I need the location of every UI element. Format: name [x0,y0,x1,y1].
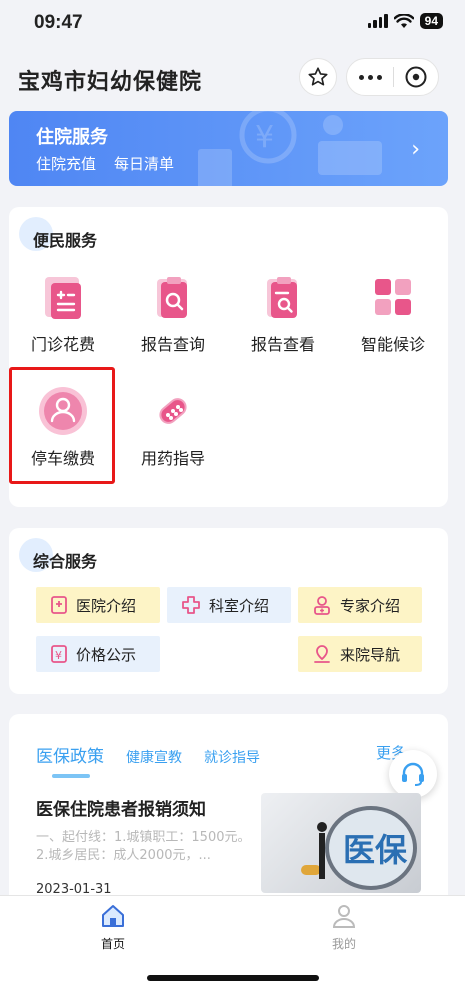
report-view-icon [267,277,297,318]
image-insurance-text: 医保 [343,831,408,869]
tab-mine-label: 我的 [331,937,356,951]
inpatient-recharge-link[interactable]: 住院充值 [36,153,96,174]
user-icon [332,905,356,928]
tab-visit-guide[interactable]: 就诊指导 [204,747,260,767]
home-icon [102,905,124,927]
star-icon [308,67,328,86]
expert-icon [314,596,330,615]
miniapp-capsule [346,58,439,96]
tab-insurance-policy[interactable]: 医保政策 [36,742,104,767]
battery-icon: 94 [419,13,443,29]
price-icon: ¥ [51,645,67,663]
page-title: 宝鸡市妇幼保健院 [18,70,203,95]
close-button[interactable] [394,65,438,89]
service-smart-queue[interactable]: 智能候诊 [343,269,443,355]
status-bar: 09:47 94 [0,0,465,44]
status-time: 09:47 [34,12,83,33]
news-article-summary: 一、起付线：1.城镇职工：1500元。2.城乡居民：成人2000元，... [36,830,251,863]
banner-title: 住院服务 [36,127,108,148]
tab-home-label: 首页 [100,937,125,951]
svg-text:¥: ¥ [55,649,62,662]
wifi-icon [393,13,414,28]
inpatient-service-banner[interactable]: ¥ 住院服务 住院充值 每日清单 › [9,111,448,186]
chevron-right-icon: › [411,137,420,162]
navigation-icon [314,645,330,663]
tab-mine[interactable]: 我的 [304,902,384,952]
hospital-intro-button[interactable]: 医院介绍 [36,587,160,623]
daily-bill-link[interactable]: 每日清单 [114,153,174,174]
bill-icon [45,277,81,319]
department-intro-button[interactable]: 科室介绍 [167,587,291,623]
service-outpatient-fees[interactable]: 门诊花费 [13,269,113,355]
section-title: 便民服务 [33,231,98,250]
tab-health-education[interactable]: 健康宣教 [126,747,182,767]
grid-icon [375,279,411,315]
customer-service-button[interactable] [389,750,437,798]
department-icon [182,596,200,614]
section-title: 综合服务 [33,552,98,571]
headset-icon [402,762,424,786]
report-search-icon [157,277,187,318]
highlight-box [9,367,115,484]
hospital-navigation-button[interactable]: 来院导航 [298,636,422,672]
more-button[interactable] [347,74,393,80]
news-article-title[interactable]: 医保住院患者报销须知 [36,795,206,820]
home-indicator [147,975,319,981]
news-article-image[interactable]: 医保 [261,793,421,893]
news-tabs: 医保政策 健康宣教 就诊指导 [36,742,260,767]
expert-intro-button[interactable]: 专家介绍 [298,587,422,623]
tab-home[interactable]: 首页 [73,902,153,952]
magnifier-insurance-image: 医保 [301,806,417,890]
svg-text:¥: ¥ [255,120,274,155]
price-list-button[interactable]: ¥ 价格公示 [36,636,160,672]
more-dot-icon [358,74,364,80]
service-report-query[interactable]: 报告查询 [123,269,223,355]
service-medication-guide[interactable]: 用药指导 [123,383,223,469]
hospital-bed-deco-icon: ¥ [198,111,382,186]
signal-icon [367,14,388,28]
active-tab-indicator [52,774,90,778]
hospital-icon [51,596,67,614]
pill-icon [159,398,187,424]
favorite-button[interactable] [299,58,337,96]
service-report-view[interactable]: 报告查看 [233,269,333,355]
close-circle-icon [405,66,427,88]
